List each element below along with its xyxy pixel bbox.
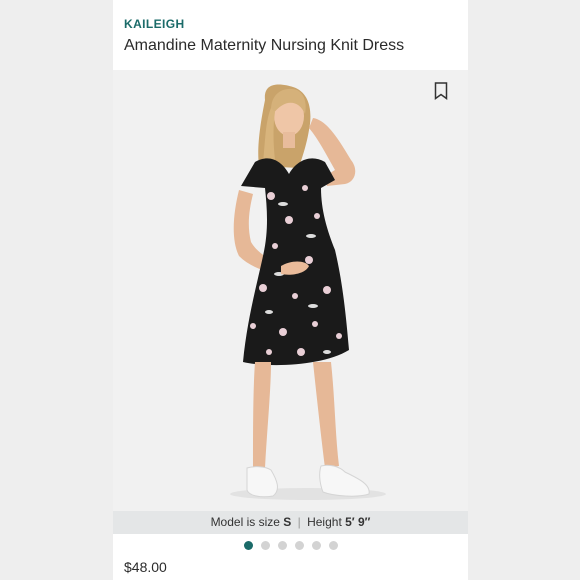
carousel-dot[interactable] — [277, 541, 287, 550]
model-height-value: 5′ 9″ — [345, 515, 371, 529]
product-header: KAILEIGH Amandine Maternity Nursing Knit… — [113, 0, 468, 70]
model-size-value: S — [283, 515, 292, 529]
carousel-dot[interactable] — [294, 541, 304, 550]
model-height-label: Height — [307, 515, 342, 529]
info-separator: | — [297, 515, 301, 529]
carousel-dot[interactable] — [311, 541, 321, 550]
product-image[interactable] — [113, 70, 468, 511]
model-size-label: Model is size — [210, 515, 280, 529]
model-photo — [230, 84, 386, 500]
product-title: Amandine Maternity Nursing Knit Dress — [124, 37, 405, 54]
brand-name[interactable]: KAILEIGH — [124, 17, 185, 31]
carousel-dot[interactable] — [243, 541, 253, 550]
bookmark-icon[interactable] — [434, 82, 448, 100]
carousel-dots — [113, 541, 468, 551]
carousel-dot[interactable] — [260, 541, 270, 550]
product-price: $48.00 — [124, 559, 167, 575]
model-size-info: Model is size S | Height 5′ 9″ — [113, 511, 468, 534]
product-card: KAILEIGH Amandine Maternity Nursing Knit… — [113, 0, 468, 580]
carousel-dot[interactable] — [328, 541, 338, 550]
